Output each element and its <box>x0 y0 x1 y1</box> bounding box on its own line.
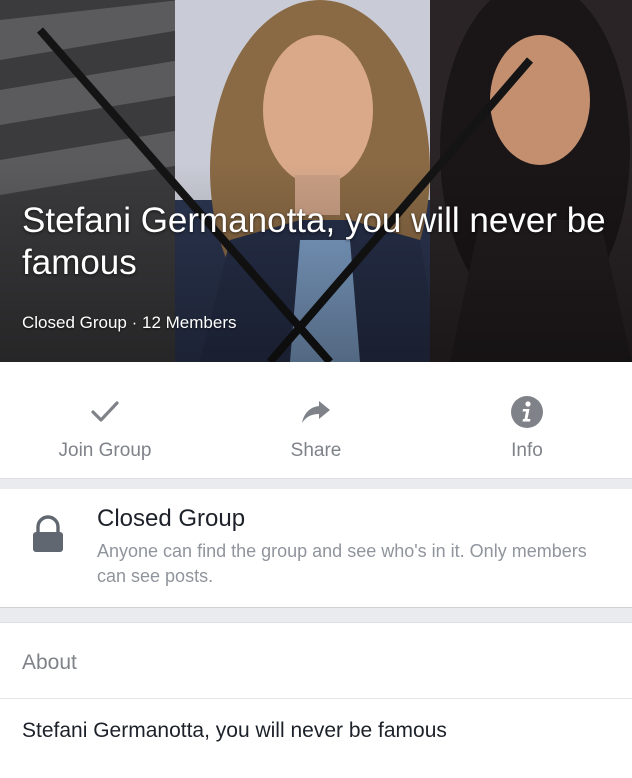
member-count[interactable]: 12 Members <box>142 313 236 332</box>
group-title: Stefani Germanotta, you will never be fa… <box>22 201 606 282</box>
group-meta: Closed Group · 12 Members <box>22 313 236 333</box>
share-button[interactable]: Share <box>211 362 421 478</box>
privacy-title: Closed Group <box>97 505 246 532</box>
about-text: Stefani Germanotta, you will never be fa… <box>0 698 632 778</box>
group-privacy-label: Closed Group <box>22 313 127 332</box>
checkmark-icon <box>91 401 119 422</box>
privacy-description: Anyone can find the group and see who's … <box>97 541 587 586</box>
section-divider <box>0 607 632 622</box>
cover-photo: Stefani Germanotta, you will never be fa… <box>0 0 632 362</box>
action-bar: Join Group Share Info <box>0 362 632 479</box>
share-arrow-icon <box>302 401 330 423</box>
join-group-label: Join Group <box>58 440 152 461</box>
share-label: Share <box>290 440 342 461</box>
info-icon <box>511 396 543 428</box>
privacy-section: Closed Group Anyone can find the group a… <box>0 489 632 607</box>
join-group-button[interactable]: Join Group <box>0 362 210 478</box>
about-heading: About <box>0 622 632 698</box>
info-button[interactable]: Info <box>422 362 632 478</box>
lock-icon <box>33 515 63 552</box>
meta-separator: · <box>126 313 142 332</box>
info-label: Info <box>511 440 543 461</box>
